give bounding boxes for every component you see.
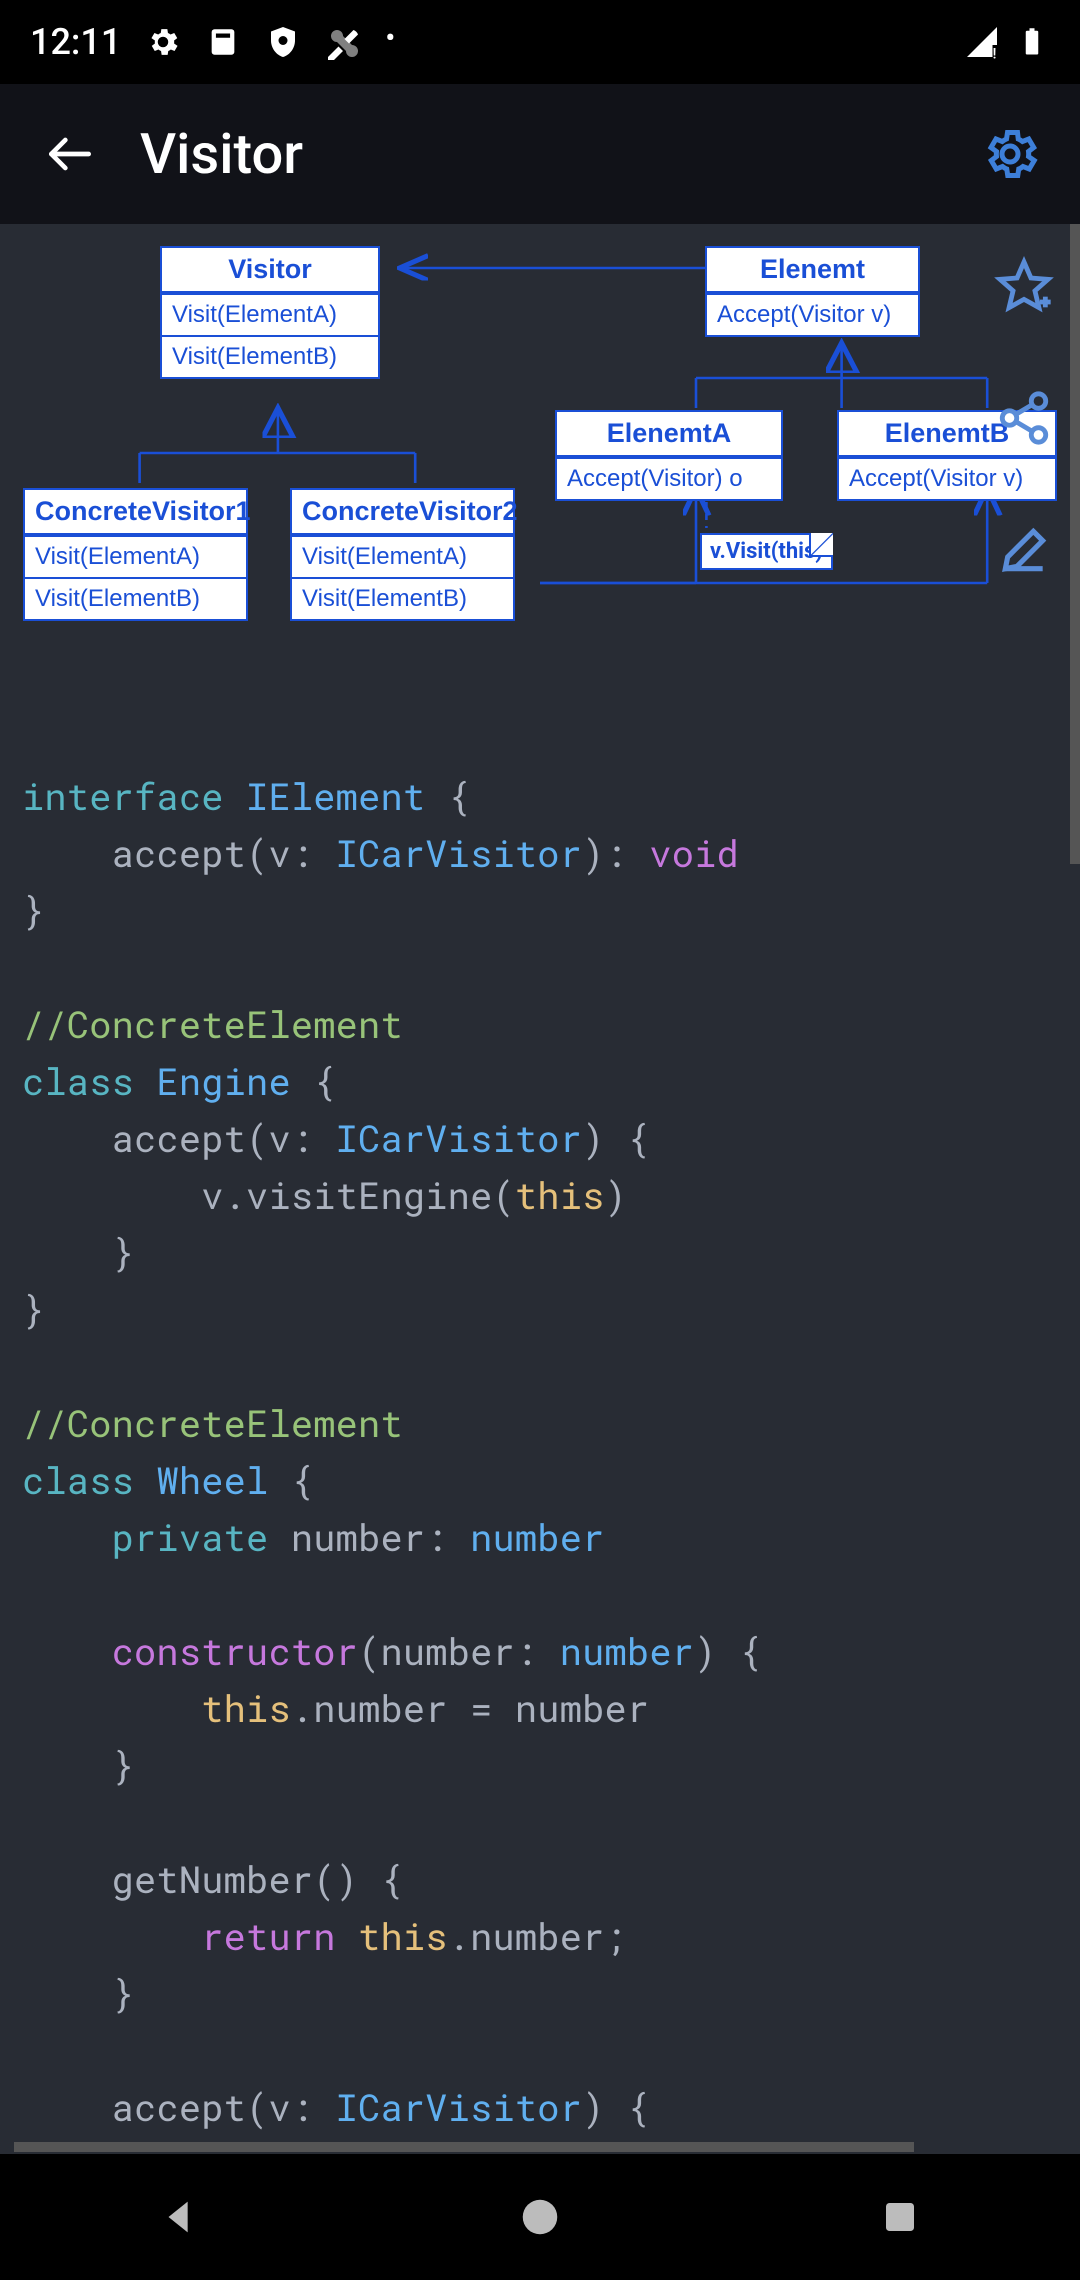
more-status-icon: •	[385, 24, 395, 52]
shield-status-icon	[265, 24, 301, 60]
nav-recent-button[interactable]	[865, 2182, 935, 2252]
gear-status-icon	[145, 24, 181, 60]
settings-button[interactable]	[960, 104, 1060, 204]
svg-text:!: !	[993, 45, 997, 62]
uml-concretevisitor2: ConcreteVisitor2 Visit(ElementA) Visit(E…	[290, 488, 515, 621]
content-area[interactable]: Visitor Visit(ElementA) Visit(ElementB) …	[0, 224, 1080, 2154]
signal-status-icon: !	[964, 24, 1000, 60]
navigation-bar	[0, 2154, 1080, 2280]
nav-back-button[interactable]	[145, 2182, 215, 2252]
code-block[interactable]: interface IElement { accept(v: ICarVisit…	[0, 768, 1080, 2136]
uml-element: Elenemt Accept(Visitor v)	[705, 246, 920, 337]
app-bar: Visitor	[0, 84, 1080, 224]
nav-home-button[interactable]	[505, 2182, 575, 2252]
back-button[interactable]	[20, 104, 120, 204]
uml-elementa: ElenemtA Accept(Visitor) o	[555, 410, 783, 501]
uml-note: v.Visit(this)	[700, 533, 833, 570]
status-time: 12:11	[30, 21, 121, 63]
horizontal-scrollbar[interactable]	[14, 2142, 914, 2152]
page-title: Visitor	[140, 121, 960, 187]
card-status-icon	[205, 24, 241, 60]
uml-diagram: Visitor Visit(ElementA) Visit(ElementB) …	[20, 238, 1060, 738]
favorite-button[interactable]	[988, 250, 1060, 322]
battery-status-icon	[1014, 24, 1050, 60]
tools-status-icon	[325, 24, 361, 60]
scrollbar[interactable]	[1070, 224, 1080, 864]
share-button[interactable]	[988, 382, 1060, 454]
uml-concretevisitor1: ConcreteVisitor1 Visit(ElementA) Visit(E…	[23, 488, 248, 621]
uml-visitor: Visitor Visit(ElementA) Visit(ElementB)	[160, 246, 380, 379]
status-bar: 12:11 • !	[0, 0, 1080, 84]
edit-button[interactable]	[988, 514, 1060, 586]
